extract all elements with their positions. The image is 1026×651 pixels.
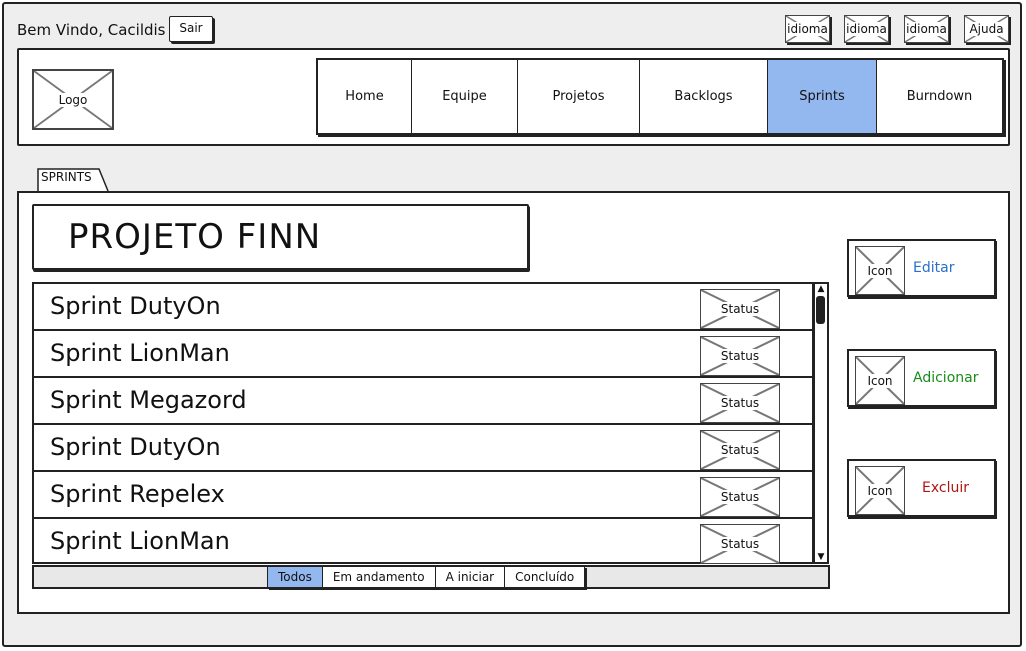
logout-button[interactable]: Sair	[169, 16, 213, 42]
list-item[interactable]: Sprint LionMan Status	[34, 519, 812, 566]
help-label: Ajuda	[967, 22, 1006, 36]
list-item[interactable]: Sprint DutyOn Status	[34, 284, 812, 331]
filter-concluido[interactable]: Concluído	[505, 567, 584, 587]
sprint-name: Sprint DutyOn	[50, 292, 221, 320]
language-button-1[interactable]: idioma	[785, 15, 830, 43]
status-image: Status	[700, 383, 780, 423]
status-label: Status	[718, 443, 762, 457]
welcome-text: Bem Vindo, Cacildis	[17, 21, 166, 39]
status-label: Status	[718, 302, 762, 316]
filter-todos[interactable]: Todos	[268, 567, 323, 587]
nav-equipe[interactable]: Equipe	[412, 60, 518, 133]
sprint-name: Sprint Repelex	[50, 480, 225, 508]
status-image: Status	[700, 430, 780, 470]
tab-sprints[interactable]: SPRINTS	[41, 170, 92, 184]
help-button[interactable]: Ajuda	[964, 15, 1009, 43]
status-label: Status	[718, 396, 762, 410]
status-image: Status	[700, 336, 780, 376]
list-item[interactable]: Sprint Megazord Status	[34, 378, 812, 425]
logo-label: Logo	[56, 92, 90, 107]
scroll-down-icon[interactable]: ▼	[815, 552, 827, 562]
sprint-name: Sprint LionMan	[50, 339, 230, 367]
status-label: Status	[718, 537, 762, 551]
status-image: Status	[700, 524, 780, 564]
language-label: idioma	[905, 22, 948, 36]
scroll-up-icon[interactable]: ▲	[815, 284, 827, 294]
icon-label: Icon	[865, 373, 895, 388]
icon-label: Icon	[865, 263, 895, 278]
language-button-3[interactable]: idioma	[904, 15, 949, 43]
nav-sprints[interactable]: Sprints	[768, 60, 877, 133]
edit-button[interactable]: Icon Editar	[847, 239, 996, 297]
nav-burndown[interactable]: Burndown	[877, 60, 1002, 133]
language-label: idioma	[845, 22, 888, 36]
language-button-2[interactable]: idioma	[844, 15, 889, 43]
status-label: Status	[718, 490, 762, 504]
nav-projetos[interactable]: Projetos	[518, 60, 640, 133]
nav-home[interactable]: Home	[318, 60, 412, 133]
add-button[interactable]: Icon Adicionar	[847, 349, 996, 407]
delete-label: Excluir	[922, 480, 969, 496]
filter-a-iniciar[interactable]: A iniciar	[436, 567, 506, 587]
delete-icon: Icon	[855, 466, 905, 515]
status-image: Status	[700, 477, 780, 517]
sprint-name: Sprint Megazord	[50, 386, 247, 414]
filter-em-andamento[interactable]: Em andamento	[323, 567, 436, 587]
list-item[interactable]: Sprint LionMan Status	[34, 331, 812, 378]
nav-backlogs[interactable]: Backlogs	[640, 60, 768, 133]
status-image: Status	[700, 289, 780, 329]
scroll-thumb[interactable]	[816, 296, 825, 324]
add-icon: Icon	[855, 356, 905, 405]
list-item[interactable]: Sprint DutyOn Status	[34, 425, 812, 472]
add-label: Adicionar	[913, 370, 979, 386]
edit-icon: Icon	[855, 246, 905, 295]
logo[interactable]: Logo	[32, 69, 114, 130]
list-scrollbar[interactable]	[813, 282, 829, 564]
delete-button[interactable]: Icon Excluir	[847, 459, 996, 517]
sprint-list: Sprint DutyOn Status Sprint LionMan Stat…	[32, 282, 814, 564]
icon-label: Icon	[865, 483, 895, 498]
language-label: idioma	[786, 22, 829, 36]
status-label: Status	[718, 349, 762, 363]
edit-label: Editar	[913, 260, 955, 276]
sprint-name: Sprint LionMan	[50, 527, 230, 555]
main-nav: Home Equipe Projetos Backlogs Sprints Bu…	[316, 58, 1004, 135]
status-filter-group: Todos Em andamento A iniciar Concluído	[267, 566, 586, 588]
list-item[interactable]: Sprint Repelex Status	[34, 472, 812, 519]
sprint-name: Sprint DutyOn	[50, 433, 221, 461]
project-title: PROJETO FINN	[32, 204, 529, 270]
